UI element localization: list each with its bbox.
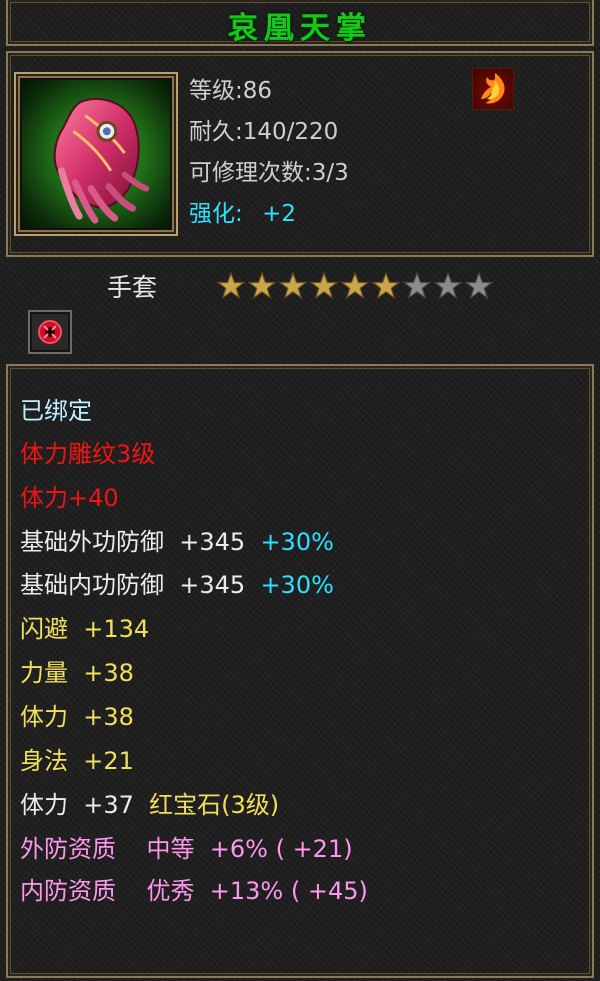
stat-line: 基础外功防御 +345 +30%: [20, 527, 334, 557]
enhance-label: 强化:: [189, 201, 243, 227]
item-durability: 耐久:140/220: [189, 119, 339, 145]
stat-text: 闪避 +134: [20, 615, 150, 643]
stat-line: 闪避 +134: [20, 614, 149, 644]
stat-text: 红宝石(3级): [133, 791, 280, 819]
stat-text: 体力 +38: [20, 703, 134, 731]
title-panel: 哀凰天掌: [6, 0, 594, 46]
star-empty-icon: [403, 272, 431, 300]
enhance-value: +2: [262, 201, 296, 227]
glove-icon: [22, 80, 170, 228]
star-empty-icon: [465, 272, 493, 300]
stat-line: 基础内功防御 +345 +30%: [20, 570, 334, 600]
star-filled-icon: [248, 272, 276, 300]
stat-text: 外防资质 中等 +6% ( +21): [20, 835, 353, 863]
star-filled-icon: [310, 272, 338, 300]
stat-line: 内防资质 优秀 +13% ( +45): [20, 876, 368, 906]
stat-text: 已绑定: [20, 397, 92, 425]
stat-text: 基础外功防御 +345: [20, 528, 246, 556]
item-enhance: 强化: +2: [189, 200, 296, 228]
stat-text: 内防资质 优秀 +13% ( +45): [20, 877, 368, 905]
item-repair-count: 可修理次数:3/3: [189, 160, 349, 186]
item-icon-frame: [14, 72, 178, 236]
stat-line: 已绑定: [20, 396, 92, 426]
item-type: 手套: [107, 273, 158, 302]
fire-icon[interactable]: [472, 68, 514, 110]
stat-text: +30%: [245, 528, 334, 556]
star-filled-icon: [279, 272, 307, 300]
star-empty-icon: [434, 272, 462, 300]
stat-line: 体力雕纹3级: [20, 439, 155, 469]
stat-text: +30%: [245, 571, 334, 599]
stat-line: 体力 +38: [20, 702, 134, 732]
stat-text: 体力雕纹3级: [20, 440, 156, 468]
stat-text: 身法 +21: [20, 747, 134, 775]
star-filled-icon: [341, 272, 369, 300]
stat-text: 力量 +38: [20, 659, 134, 687]
stat-line: 外防资质 中等 +6% ( +21): [20, 834, 353, 864]
stat-line: 体力 +37 红宝石(3级): [20, 790, 279, 820]
star-filled-icon: [372, 272, 400, 300]
stat-line: 力量 +38: [20, 658, 134, 688]
item-tooltip: 哀凰天掌 等级:86 耐久:140/220 可修理次数:3/3 强化: +2 手…: [0, 0, 600, 981]
item-name: 哀凰天掌: [228, 11, 372, 46]
red-gem-icon[interactable]: [28, 310, 72, 354]
stat-line: 体力+40: [20, 483, 119, 513]
stat-text: 基础内功防御 +345: [20, 571, 246, 599]
stat-line: 身法 +21: [20, 746, 134, 776]
item-level: 等级:86: [189, 78, 273, 104]
star-filled-icon: [217, 272, 245, 300]
stat-text: 体力 +37: [20, 791, 134, 819]
stat-text: 体力+40: [20, 484, 119, 512]
